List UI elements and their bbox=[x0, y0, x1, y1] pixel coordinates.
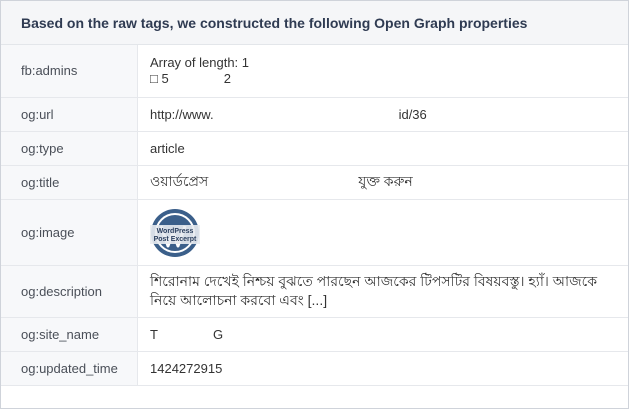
description-line: শিরোনাম দেখেই নিশ্চয় বুঝতে পারছেন আজকের… bbox=[150, 273, 598, 289]
url-part-start[interactable]: http://www. bbox=[150, 107, 214, 122]
thumb-text-line1: WordPress bbox=[157, 228, 194, 235]
panel-title: Based on the raw tags, we constructed th… bbox=[21, 14, 528, 31]
property-value: WordPress Post Excerpt bbox=[137, 199, 628, 266]
title-part-end: যুক্ত করুন bbox=[358, 173, 413, 189]
title-part-start: ওয়ার্ডপ্রেস bbox=[150, 173, 209, 189]
property-value: article bbox=[137, 131, 628, 166]
property-value: ওয়ার্ডপ্রেস যুক্ত করুন bbox=[137, 165, 628, 200]
property-value: 1424272915 bbox=[137, 351, 628, 386]
property-value[interactable]: http://www. id/36 bbox=[137, 97, 628, 132]
property-key: og:site_name bbox=[1, 317, 138, 352]
property-key: og:type bbox=[1, 131, 138, 166]
array-item-value: 2 bbox=[223, 70, 231, 86]
og-image-thumbnail[interactable]: WordPress Post Excerpt bbox=[150, 208, 200, 258]
array-length-text: Array of length: 1 bbox=[150, 54, 249, 70]
table-row: og:description শিরোনাম দেখেই নিশ্চয় বুঝ… bbox=[1, 265, 628, 318]
site-name-part-start: T bbox=[150, 326, 158, 342]
table-row: og:title ওয়ার্ডপ্রেস যুক্ত করুন bbox=[1, 165, 628, 200]
table-row: og:site_name TG bbox=[1, 317, 628, 352]
table-row: og:updated_time 1424272915 bbox=[1, 351, 628, 386]
wordpress-logo-icon: WordPress Post Excerpt bbox=[150, 208, 200, 258]
property-key: og:updated_time bbox=[1, 351, 138, 386]
panel-header: Based on the raw tags, we constructed th… bbox=[1, 1, 628, 45]
property-key: og:description bbox=[1, 265, 138, 318]
array-item-index: □ 5 bbox=[150, 70, 169, 86]
property-value: Array of length: 1 □ 5 2 bbox=[137, 45, 628, 98]
property-key: fb:admins bbox=[1, 45, 138, 98]
table-row: og:type article bbox=[1, 131, 628, 166]
property-value: শিরোনাম দেখেই নিশ্চয় বুঝতে পারছেন আজকের… bbox=[137, 265, 628, 318]
site-name-part-end: G bbox=[212, 326, 224, 342]
og-properties-table: fb:admins Array of length: 1 □ 5 2 og:url… bbox=[1, 45, 628, 386]
open-graph-panel: Based on the raw tags, we constructed th… bbox=[0, 0, 629, 409]
array-item: □ 5 2 bbox=[150, 71, 628, 87]
table-row: og:url http://www. id/36 bbox=[1, 97, 628, 132]
table-row: og:image WordPress Post Excerpt bbox=[1, 199, 628, 266]
url-part-end[interactable]: id/36 bbox=[399, 107, 427, 122]
property-value: TG bbox=[137, 317, 628, 352]
property-key: og:image bbox=[1, 199, 138, 266]
property-key: og:url bbox=[1, 97, 138, 132]
property-key: og:title bbox=[1, 165, 138, 200]
thumb-text-line2: Post Excerpt bbox=[154, 236, 197, 243]
table-row: fb:admins Array of length: 1 □ 5 2 bbox=[1, 45, 628, 98]
description-line: নিয়ে আলোচনা করবো এবং [...] bbox=[150, 292, 328, 308]
